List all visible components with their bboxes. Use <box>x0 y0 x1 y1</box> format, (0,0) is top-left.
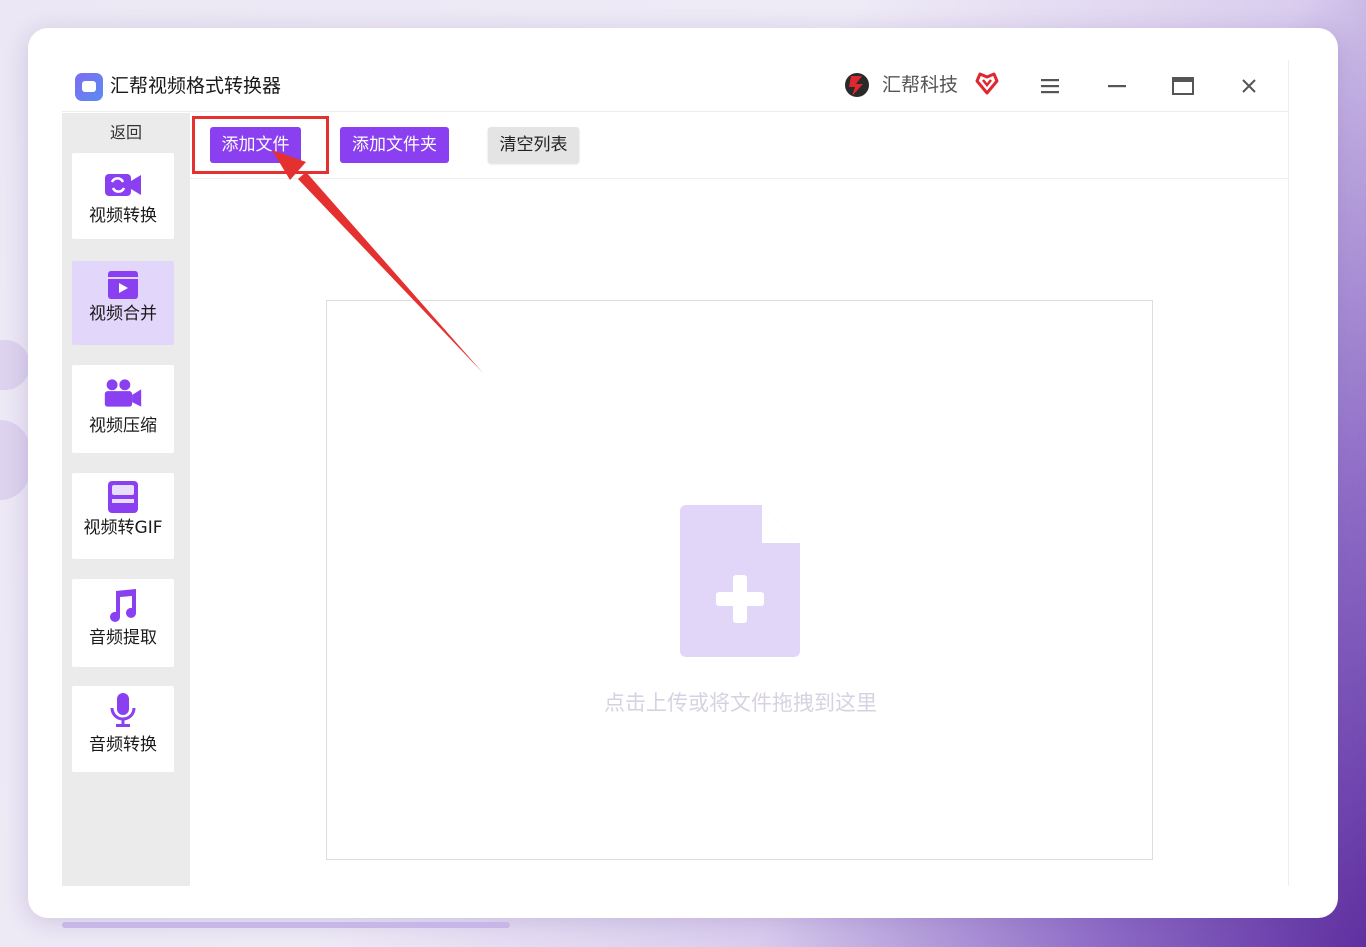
add-folder-button[interactable]: 添加文件夹 <box>340 127 449 163</box>
menu-button[interactable] <box>1033 70 1067 102</box>
microphone-icon <box>103 692 143 728</box>
sidebar-item-video-merge[interactable]: 视频合并 <box>72 261 174 345</box>
background-blob <box>0 420 30 500</box>
clear-list-button[interactable]: 清空列表 <box>488 127 579 163</box>
music-note-icon <box>103 587 143 623</box>
minimize-icon <box>1108 85 1126 88</box>
sidebar-item-video-convert[interactable]: 视频转换 <box>72 153 174 239</box>
video-compress-icon <box>103 375 143 411</box>
sidebar-item-label: 视频合并 <box>89 304 157 324</box>
scroll-indicator <box>62 922 510 928</box>
drop-hint: 点击上传或将文件拖拽到这里 <box>604 691 877 715</box>
vip-heart-icon[interactable] <box>974 70 1000 96</box>
sidebar-item-video-compress[interactable]: 视频压缩 <box>72 365 174 453</box>
sidebar-item-label: 视频转换 <box>89 206 157 226</box>
sidebar: 返回 视频转换 视频合并 视频压缩 视频转GIF 音频提取 音频转换 <box>62 113 190 886</box>
back-button[interactable]: 返回 <box>62 121 190 145</box>
app-window: 汇帮视频格式转换器 汇帮科技 返回 视频转换 视频合并 视频压缩 视频转GIF … <box>62 60 1288 886</box>
maximize-button[interactable] <box>1166 70 1200 102</box>
sidebar-item-audio-extract[interactable]: 音频提取 <box>72 579 174 667</box>
video-convert-icon <box>103 167 143 203</box>
window-border <box>1288 60 1289 886</box>
annotation-highlight-box <box>192 116 329 174</box>
sidebar-item-label: 视频转GIF <box>83 518 163 538</box>
close-button[interactable] <box>1232 70 1266 102</box>
app-logo-icon <box>75 73 103 101</box>
sidebar-item-label: 视频压缩 <box>89 416 157 436</box>
background-blob <box>0 340 30 390</box>
file-drop-zone[interactable]: 点击上传或将文件拖拽到这里 <box>326 300 1153 860</box>
minimize-button[interactable] <box>1100 70 1134 102</box>
title-bar: 汇帮视频格式转换器 汇帮科技 <box>62 60 1288 112</box>
hamburger-icon <box>1041 79 1059 94</box>
brand-logo-icon <box>845 73 869 97</box>
file-add-icon <box>680 505 800 657</box>
video-gif-icon <box>103 479 143 515</box>
sidebar-item-video-gif[interactable]: 视频转GIF <box>72 473 174 559</box>
close-icon <box>1242 79 1256 93</box>
toolbar: 添加文件 添加文件夹 清空列表 <box>190 113 1288 179</box>
sidebar-item-label: 音频提取 <box>89 628 157 648</box>
app-title: 汇帮视频格式转换器 <box>110 75 282 97</box>
sidebar-item-label: 音频转换 <box>89 735 157 755</box>
sidebar-item-audio-convert[interactable]: 音频转换 <box>72 686 174 772</box>
video-merge-icon <box>103 267 143 303</box>
brand-name: 汇帮科技 <box>882 74 959 96</box>
maximize-icon <box>1172 77 1194 95</box>
